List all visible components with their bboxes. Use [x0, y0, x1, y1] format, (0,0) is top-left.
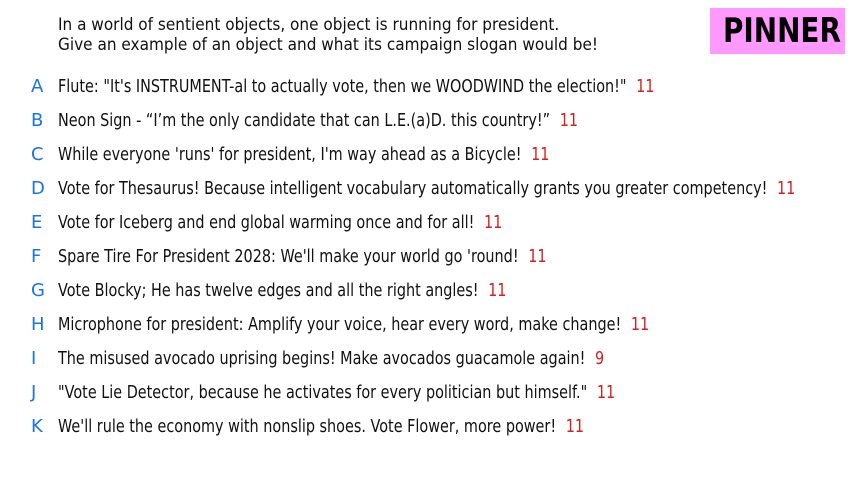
answer-text: Vote for Thesaurus! Because intelligent … [58, 178, 768, 199]
answer-text: While everyone 'runs' for president, I'm… [58, 144, 522, 165]
answer-text: Vote Blocky; He has twelve edges and all… [58, 280, 479, 301]
answer-letter: J [31, 382, 37, 403]
answer-score: 11 [565, 416, 585, 437]
answer-line: Spare Tire For President 2028: We'll mak… [58, 246, 547, 268]
answer-row-j[interactable]: J "Vote Lie Detector, because he activat… [0, 376, 853, 406]
answer-row-d[interactable]: D Vote for Thesaurus! Because intelligen… [0, 172, 853, 202]
answer-line: Flute: "It's INSTRUMENT-al to actually v… [58, 76, 654, 98]
prompt-line-1: In a world of sentient objects, one obje… [58, 15, 560, 35]
answer-score: 11 [483, 212, 503, 233]
answer-letter: D [31, 178, 45, 199]
answer-score: 11 [488, 280, 507, 301]
answer-score: 9 [595, 348, 605, 369]
answer-line: While everyone 'runs' for president, I'm… [58, 144, 549, 166]
answer-row-a[interactable]: A Flute: "It's INSTRUMENT-al to actually… [0, 70, 853, 100]
answer-letter: H [31, 314, 45, 335]
answer-row-h[interactable]: H Microphone for president: Amplify your… [0, 308, 853, 338]
answer-line: Neon Sign - “I’m the only candidate that… [58, 110, 578, 132]
answer-letter: A [31, 76, 44, 97]
answer-line: The misused avocado uprising begins! Mak… [58, 348, 604, 370]
answer-letter: G [31, 280, 45, 301]
answer-text: Neon Sign - “I’m the only candidate that… [58, 110, 551, 131]
answer-score: 11 [559, 110, 579, 131]
answer-line: Vote for Iceberg and end global warming … [58, 212, 502, 234]
answer-letter: B [31, 110, 44, 131]
answer-score: 11 [777, 178, 796, 199]
prompt: In a world of sentient objects, one obje… [58, 15, 634, 55]
answer-score: 11 [528, 246, 547, 267]
answer-line: Vote Blocky; He has twelve edges and all… [58, 280, 506, 302]
answer-row-e[interactable]: E Vote for Iceberg and end global warmin… [0, 206, 853, 236]
prompt-line-2: Give an example of an object and what it… [58, 35, 599, 55]
answer-line: Microphone for president: Amplify your v… [58, 314, 649, 336]
pinner-label: PINNER [722, 11, 841, 51]
answer-text: Microphone for president: Amplify your v… [58, 314, 622, 335]
answer-text: We'll rule the economy with nonslip shoe… [58, 416, 557, 437]
answer-score: 11 [636, 76, 655, 97]
answer-line: Vote for Thesaurus! Because intelligent … [58, 178, 795, 200]
answer-text: Vote for Iceberg and end global warming … [58, 212, 475, 233]
answer-line: We'll rule the economy with nonslip shoe… [58, 416, 584, 438]
answer-line: "Vote Lie Detector, because he activates… [58, 382, 615, 404]
answer-row-b[interactable]: B Neon Sign - “I’m the only candidate th… [0, 104, 853, 134]
answer-row-c[interactable]: C While everyone 'runs' for president, I… [0, 138, 853, 168]
pinner-badge: PINNER [710, 8, 845, 54]
answer-score: 11 [630, 314, 650, 335]
answer-letter: I [31, 348, 37, 369]
answer-text: "Vote Lie Detector, because he activates… [58, 382, 588, 403]
answer-score: 11 [531, 144, 550, 165]
answer-row-i[interactable]: I The misused avocado uprising begins! M… [0, 342, 853, 372]
answer-letter: E [31, 212, 43, 233]
answer-text: Spare Tire For President 2028: We'll mak… [58, 246, 519, 267]
answer-letter: F [31, 246, 42, 267]
answer-letter: C [31, 144, 44, 165]
answer-row-g[interactable]: G Vote Blocky; He has twelve edges and a… [0, 274, 853, 304]
answer-letter: K [31, 416, 43, 437]
answer-text: Flute: "It's INSTRUMENT-al to actually v… [58, 76, 627, 97]
answer-row-f[interactable]: F Spare Tire For President 2028: We'll m… [0, 240, 853, 270]
answer-text: The misused avocado uprising begins! Mak… [58, 348, 586, 369]
answer-score: 11 [596, 382, 616, 403]
answer-row-k[interactable]: K We'll rule the economy with nonslip sh… [0, 410, 853, 440]
